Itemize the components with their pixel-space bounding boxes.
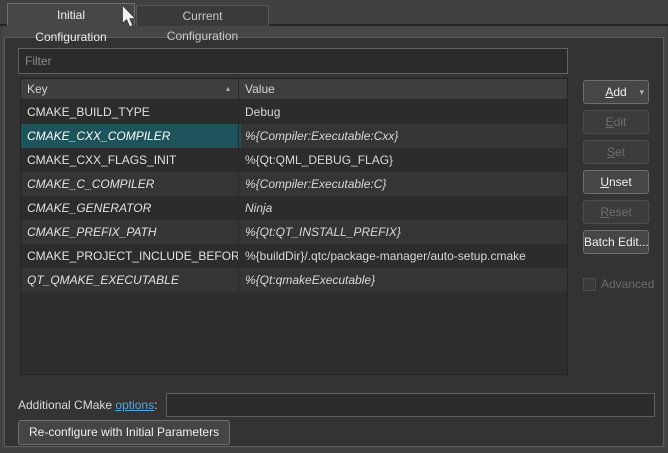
batch-edit-button[interactable]: Batch Edit... <box>583 230 649 254</box>
column-header-value-label: Value <box>245 79 275 99</box>
column-header-value[interactable]: Value <box>239 79 567 99</box>
add-button[interactable]: Add ▾ <box>583 80 649 104</box>
row-key[interactable]: QT_QMAKE_EXECUTABLE <box>21 268 239 292</box>
options-link[interactable]: options <box>115 398 154 412</box>
additional-cmake-options-input[interactable] <box>166 393 655 417</box>
sort-ascending-icon: ▴ <box>226 79 230 99</box>
row-value[interactable]: %{buildDir}/.qtc/package-manager/auto-se… <box>239 244 567 268</box>
row-value[interactable]: %{Compiler:Executable:C} <box>239 172 567 196</box>
cmake-configuration-panel: { "tabs": [ { "label": "Initial Configur… <box>0 0 668 453</box>
row-value[interactable]: %{Qt:QT_INSTALL_PREFIX} <box>239 220 567 244</box>
additional-cmake-options-label: Additional CMake options: <box>18 393 157 417</box>
checkbox-icon <box>583 278 596 291</box>
row-key[interactable]: CMAKE_CXX_COMPILER <box>21 124 239 148</box>
table-row[interactable]: CMAKE_PROJECT_INCLUDE_BEFORE %{buildDir}… <box>21 244 567 268</box>
row-value[interactable]: %{Compiler:Executable:Cxx} <box>239 124 567 148</box>
table-row[interactable]: CMAKE_GENERATOR Ninja <box>21 196 567 220</box>
row-key[interactable]: CMAKE_C_COMPILER <box>21 172 239 196</box>
tab-current-configuration[interactable]: Current Configuration <box>136 5 269 26</box>
row-key[interactable]: CMAKE_BUILD_TYPE <box>21 100 239 124</box>
set-button[interactable]: Set <box>583 140 649 164</box>
filter-input[interactable] <box>18 48 568 74</box>
row-key[interactable]: CMAKE_GENERATOR <box>21 196 239 220</box>
table-row[interactable]: CMAKE_C_COMPILER %{Compiler:Executable:C… <box>21 172 567 196</box>
reconfigure-button[interactable]: Re-configure with Initial Parameters <box>18 420 230 445</box>
table-row[interactable]: CMAKE_PREFIX_PATH %{Qt:QT_INSTALL_PREFIX… <box>21 220 567 244</box>
column-header-key[interactable]: Key ▴ <box>21 79 239 99</box>
unset-button[interactable]: Unset <box>583 170 649 194</box>
row-key[interactable]: CMAKE_CXX_FLAGS_INIT <box>21 148 239 172</box>
column-header-key-label: Key <box>27 79 48 99</box>
advanced-label: Advanced <box>601 277 654 291</box>
table-row[interactable]: CMAKE_BUILD_TYPE Debug <box>21 100 567 124</box>
row-value[interactable]: %{Qt:qmakeExecutable} <box>239 268 567 292</box>
advanced-checkbox[interactable]: Advanced <box>583 277 654 291</box>
row-value[interactable]: Debug <box>239 100 567 124</box>
edit-button[interactable]: Edit <box>583 110 649 134</box>
reset-button[interactable]: Reset <box>583 200 649 224</box>
table-row[interactable]: CMAKE_CXX_COMPILER %{Compiler:Executable… <box>21 124 567 148</box>
cmake-variables-table[interactable]: Key ▴ Value CMAKE_BUILD_TYPE Debug CMAKE… <box>20 78 568 375</box>
tab-initial-configuration[interactable]: Initial Configuration <box>7 3 135 26</box>
row-value[interactable]: Ninja <box>239 196 567 220</box>
table-header: Key ▴ Value <box>21 79 567 100</box>
table-row[interactable]: CMAKE_CXX_FLAGS_INIT %{Qt:QML_DEBUG_FLAG… <box>21 148 567 172</box>
dropdown-arrow-icon: ▾ <box>639 81 644 103</box>
row-key[interactable]: CMAKE_PREFIX_PATH <box>21 220 239 244</box>
row-value[interactable]: %{Qt:QML_DEBUG_FLAG} <box>239 148 567 172</box>
table-row[interactable]: QT_QMAKE_EXECUTABLE %{Qt:qmakeExecutable… <box>21 268 567 292</box>
row-key[interactable]: CMAKE_PROJECT_INCLUDE_BEFORE <box>21 244 239 268</box>
